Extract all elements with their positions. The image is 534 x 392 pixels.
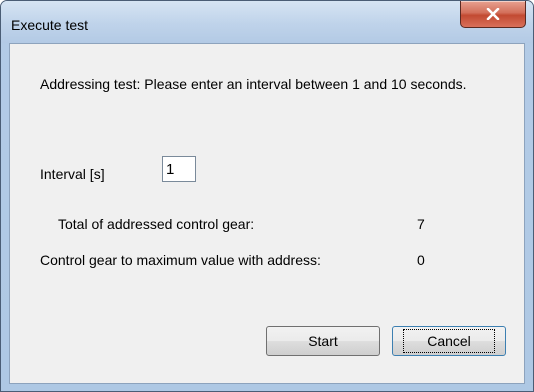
start-button-label: Start: [308, 333, 338, 349]
cancel-button-label: Cancel: [403, 329, 495, 353]
max-value-count: 0: [417, 252, 425, 268]
total-addressed-value: 7: [417, 216, 425, 232]
title-bar[interactable]: Execute test: [1, 1, 533, 43]
instruction-text: Addressing test: Please enter an interva…: [40, 76, 467, 92]
interval-input[interactable]: [162, 156, 196, 182]
total-addressed-label: Total of addressed control gear:: [58, 216, 255, 232]
interval-label: Interval [s]: [40, 166, 105, 182]
close-button[interactable]: [460, 1, 526, 28]
window-title: Execute test: [11, 17, 89, 33]
cancel-button[interactable]: Cancel: [392, 326, 506, 356]
start-button[interactable]: Start: [266, 326, 380, 356]
max-value-label: Control gear to maximum value with addre…: [40, 252, 321, 268]
close-x-icon: [486, 8, 500, 20]
